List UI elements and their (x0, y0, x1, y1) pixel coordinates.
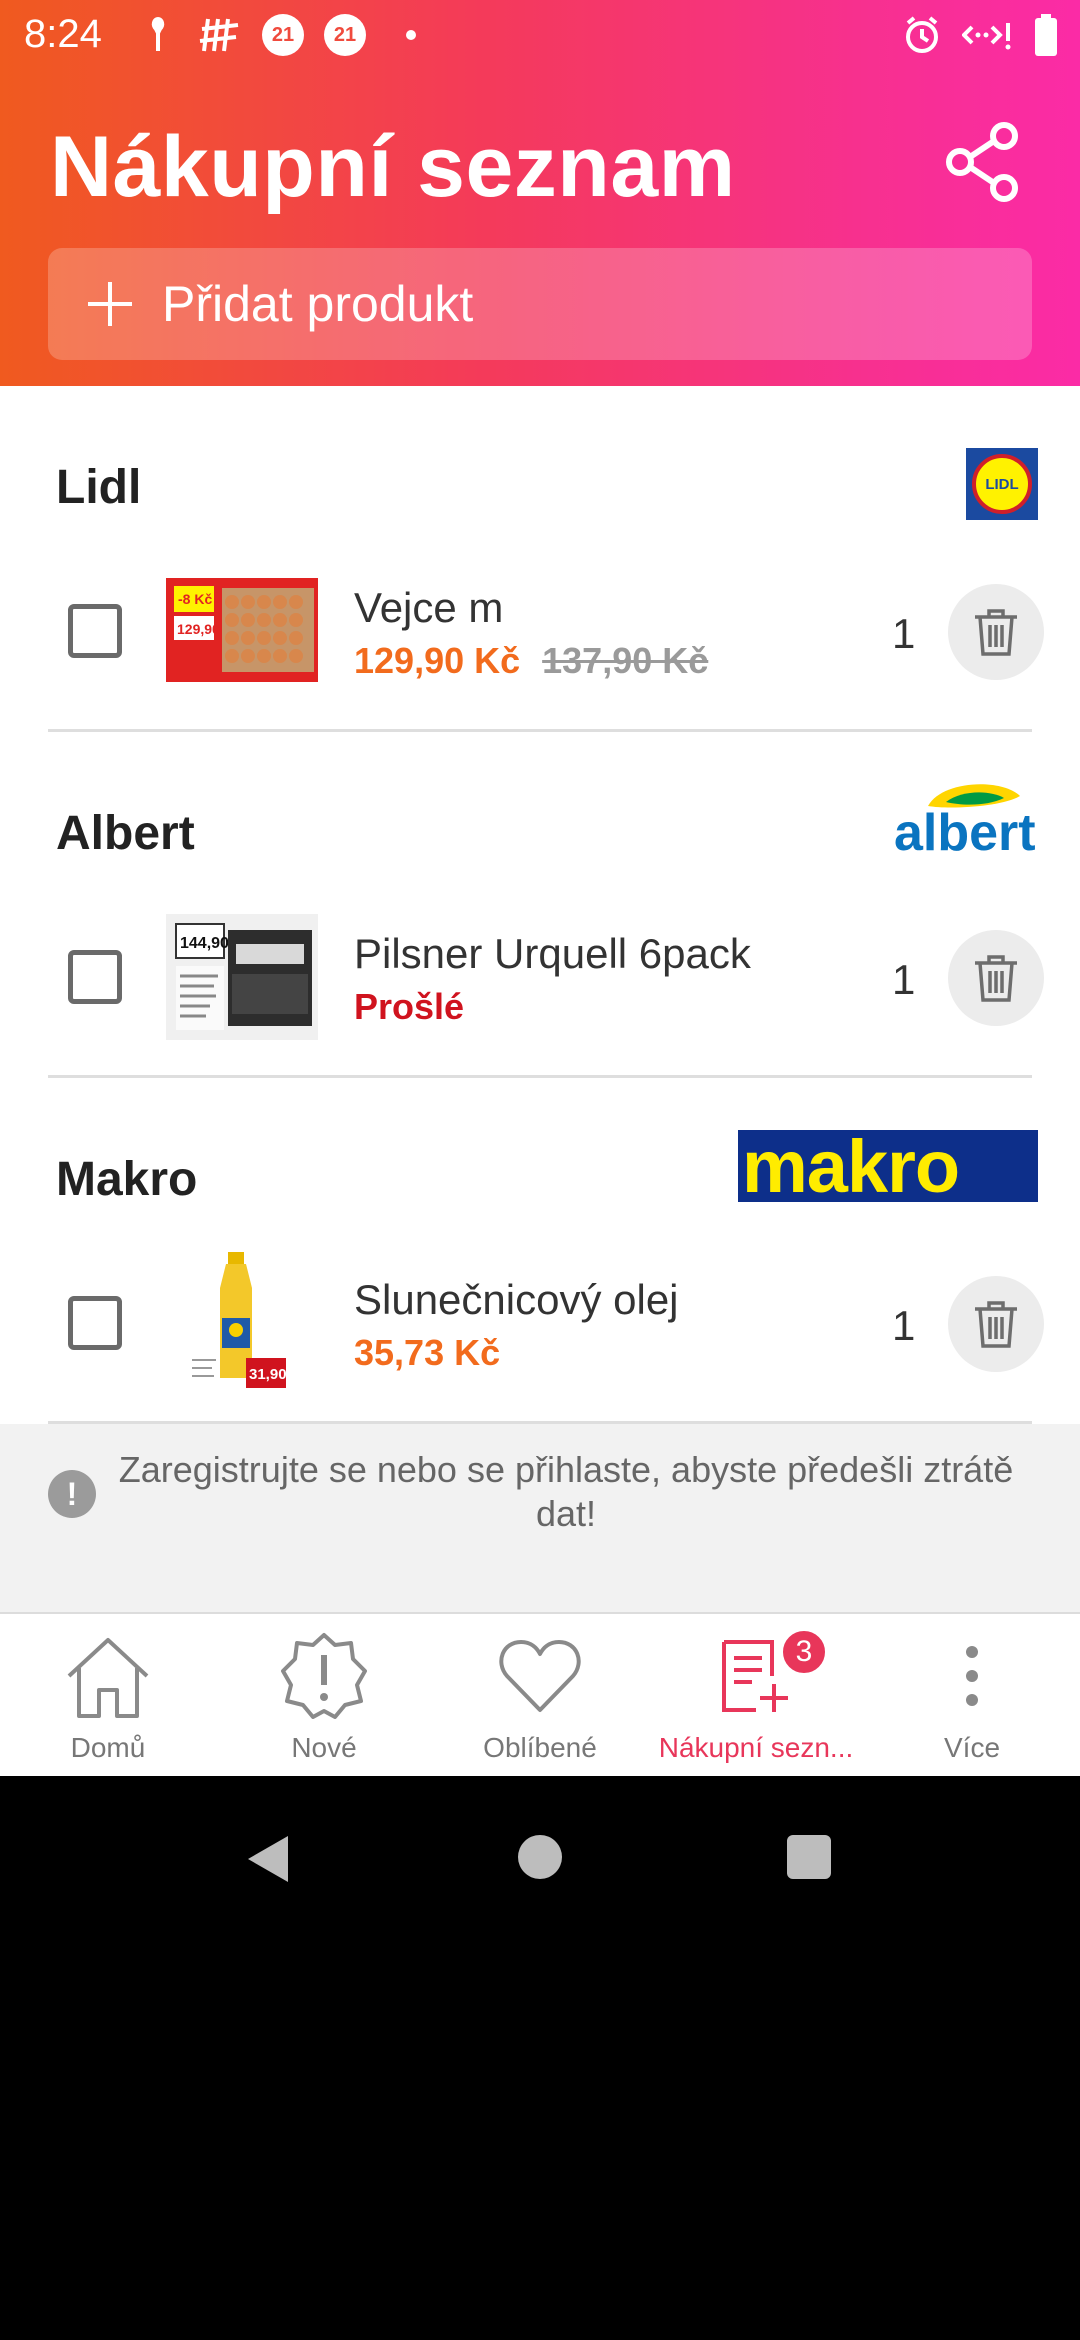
albert-logo-text: albert (894, 804, 1036, 856)
fan-icon (151, 16, 165, 51)
add-product-field[interactable]: Přidat produkt (48, 248, 1032, 360)
system-navigation-bar (0, 1776, 1080, 1940)
store-section-makro: Makro makro 31,90 Slunečnicový olej 35,7… (0, 1078, 1080, 1424)
status-icons-right (902, 14, 1058, 56)
more-notifications-dot (406, 30, 416, 40)
notice-text: Zaregistrujte se nebo se přihlaste, abys… (118, 1449, 1014, 1534)
status-time: 8:24 (24, 12, 102, 56)
back-icon[interactable] (244, 1834, 290, 1884)
item-name: Pilsner Urquell 6pack (354, 930, 751, 977)
home-icon (60, 1630, 156, 1722)
list-item: -8 Kč 129,90 Vejce m 129,90 Kč 137,90 Kč… (0, 556, 1080, 706)
lidl-logo: LIDL (966, 448, 1038, 520)
page-title: Nákupní seznam (50, 119, 736, 215)
store-section-albert: Albert albert 144,90 Pilsner Urquell 6pa… (0, 732, 1080, 1078)
status-icons-left: 21 21 (138, 14, 416, 56)
albert-logo: albert (892, 776, 1040, 862)
nav-shopping-list[interactable]: 3 Nákupní sezn... (648, 1614, 864, 1778)
list-item: 144,90 Pilsner Urquell 6pack Prošlé 1 (0, 902, 1080, 1052)
item-name: Slunečnicový olej (354, 1276, 679, 1323)
item-price: 35,73 Kč (354, 1332, 501, 1373)
alert-badge-icon (276, 1630, 372, 1722)
notification-badge-21b: 21 (324, 14, 366, 56)
nav-label: Nové (291, 1732, 357, 1763)
item-price: 129,90 Kč (354, 640, 521, 681)
login-notice[interactable]: ! Zaregistrujte se nebo se přihlaste, ab… (0, 1424, 1080, 1612)
eggs-thumb-graphic: -8 Kč 129,90 (166, 578, 318, 682)
store-name: Makro (56, 1153, 198, 1206)
delete-item-button[interactable] (948, 1276, 1044, 1372)
home-button[interactable] (518, 1835, 562, 1879)
plus-icon (88, 282, 132, 326)
item-checkbox[interactable] (68, 604, 122, 658)
item-expired-status: Prošlé (354, 986, 465, 1027)
battery-icon (1035, 14, 1057, 56)
data-saver-icon (962, 23, 1011, 50)
item-old-price: 137,90 Kč (542, 640, 709, 681)
nav-favorites[interactable]: Oblíbené (432, 1614, 648, 1778)
beer-thumb-price: 144,90 (180, 935, 229, 952)
heart-icon (492, 1630, 588, 1722)
nav-label: Více (943, 1732, 1001, 1763)
eggs-image: -8 Kč 129,90 (166, 578, 318, 682)
status-bar: 8:24 21 21 (0, 0, 1080, 72)
store-name: Lidl (56, 461, 142, 514)
nav-label: Domů (70, 1732, 146, 1763)
exclamation-icon: ! (48, 1470, 96, 1518)
list-item: 31,90 Slunečnicový olej 35,73 Kč 1 (0, 1248, 1080, 1398)
share-icon (946, 122, 1018, 202)
more-vertical-icon (924, 1630, 1020, 1722)
share-button[interactable] (942, 120, 1026, 204)
add-product-label: Přidat produkt (162, 276, 474, 332)
albert-logo-graphic: albert (894, 784, 1036, 862)
eggs-thumb-price: 129,90 (177, 621, 220, 637)
nav-label: Nákupní sezn... (658, 1732, 854, 1763)
item-quantity[interactable]: 1 (892, 956, 915, 1004)
nav-new[interactable]: Nové (216, 1614, 432, 1778)
bottom-navigation: Domů Nové Oblíbené 3 Nákupní sezn... Víc… (0, 1612, 1080, 1776)
oil-thumb-graphic: 31,90 (188, 1248, 298, 1398)
oil-thumb-price: 31,90 (249, 1366, 287, 1383)
lidl-logo-text: LIDL (985, 475, 1019, 493)
price-row: 35,73 Kč (354, 1332, 500, 1374)
oil-image: 31,90 (188, 1248, 298, 1398)
status-row: Prošlé (354, 986, 464, 1028)
nav-more[interactable]: Více (864, 1614, 1080, 1778)
store-name: Albert (56, 807, 195, 860)
eggs-sticker-text: -8 Kč (178, 591, 212, 607)
notification-badge-21: 21 (262, 14, 304, 56)
nav-home[interactable]: Domů (0, 1614, 216, 1778)
alarm-icon (906, 16, 938, 53)
price-row: 129,90 Kč 137,90 Kč (354, 640, 708, 682)
app-header: 8:24 21 21 Nákupní seznam Přidat produkt (0, 0, 1080, 386)
shopping-list: Lidl LIDL -8 Kč 129,90 Vejce m 129,90 Kč… (0, 386, 1080, 1612)
trash-icon (975, 609, 1017, 656)
recents-button[interactable] (787, 1835, 831, 1879)
item-name: Vejce m (354, 584, 504, 631)
shopping-list-count-badge: 3 (780, 1628, 828, 1676)
trash-icon (975, 955, 1017, 1002)
item-checkbox[interactable] (68, 1296, 122, 1350)
beer-thumb-graphic: 144,90 (166, 914, 318, 1040)
item-checkbox[interactable] (68, 950, 122, 1004)
nav-label: Oblíbené (483, 1732, 597, 1763)
beer-image: 144,90 (166, 914, 318, 1040)
grid-icon (199, 18, 239, 52)
makro-logo-text: makro (742, 1130, 960, 1202)
delete-item-button[interactable] (948, 930, 1044, 1026)
item-quantity[interactable]: 1 (892, 610, 915, 658)
store-section-lidl: Lidl LIDL -8 Kč 129,90 Vejce m 129,90 Kč… (0, 386, 1080, 732)
trash-icon (975, 1301, 1017, 1348)
delete-item-button[interactable] (948, 584, 1044, 680)
item-quantity[interactable]: 1 (892, 1302, 915, 1350)
makro-logo: makro (738, 1130, 1038, 1202)
